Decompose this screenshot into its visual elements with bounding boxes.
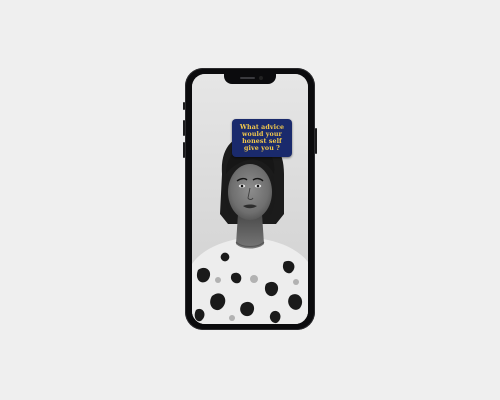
volume-down-button [183,142,185,158]
mute-switch [183,102,185,110]
filter-question-card[interactable]: What advice would your honest self give … [232,119,292,157]
selfie-photo [192,74,308,324]
speaker-icon [240,77,255,79]
filter-question-text: What advice would your honest self give … [239,124,285,152]
volume-up-button [183,120,185,136]
page-canvas: What advice would your honest self give … [0,0,500,400]
front-camera-icon [259,76,263,80]
phone-mockup: What advice would your honest self give … [183,68,317,330]
phone-notch [224,74,276,84]
camera-screen[interactable]: What advice would your honest self give … [192,74,308,324]
power-button [315,128,317,154]
